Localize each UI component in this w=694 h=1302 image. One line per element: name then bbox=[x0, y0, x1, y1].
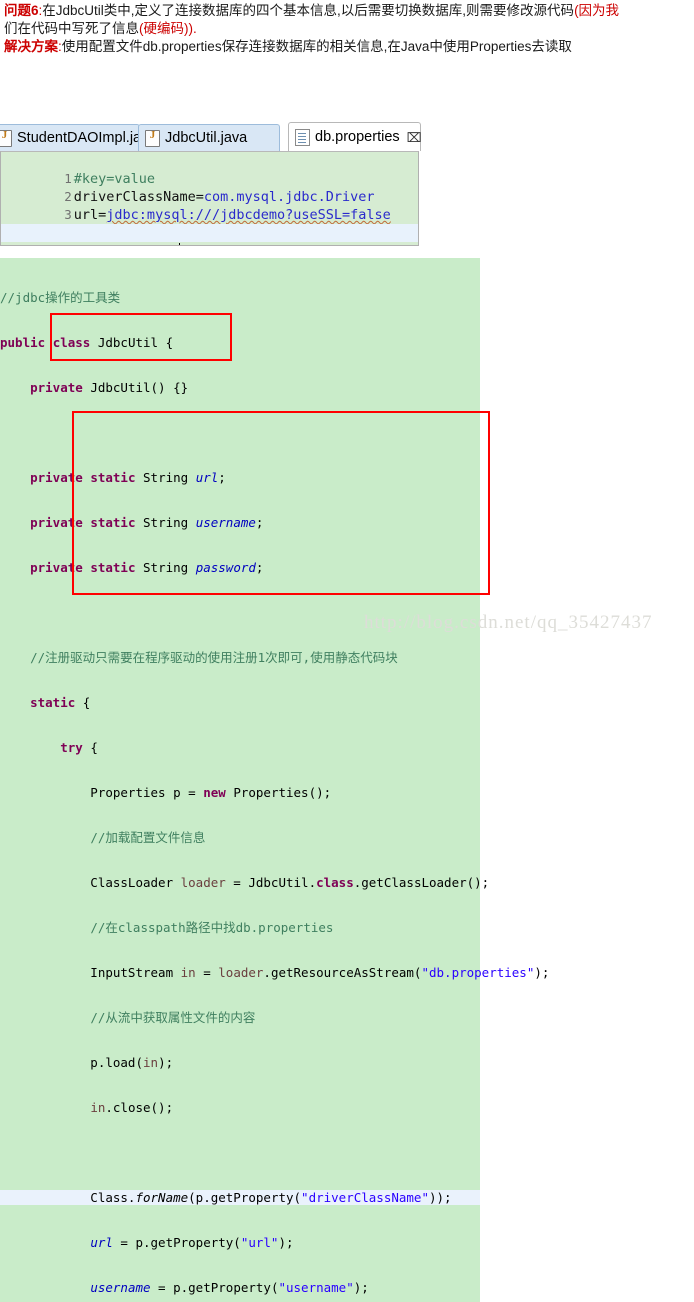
problem-line-2: 们在代码中写死了信息(硬编码)). bbox=[4, 20, 692, 38]
problem-line-1-text: 在JdbcUtil类中,定义了连接数据库的四个基本信息,以后需要切换数据库,则需… bbox=[42, 3, 575, 18]
tab-studentdaoimpl-java[interactable]: StudentDAOImpl.java bbox=[0, 124, 156, 151]
code-line: private static String username; bbox=[30, 515, 264, 530]
line-number: 5 bbox=[50, 242, 74, 245]
code-line: public class JdbcUtil { bbox=[0, 335, 174, 350]
java-file-icon bbox=[145, 129, 160, 147]
code-line: static { bbox=[30, 695, 91, 710]
properties-key: password= bbox=[74, 243, 147, 245]
code-line: //jdbc操作的工具类 bbox=[0, 290, 121, 305]
properties-line-current: 5password=root bbox=[1, 224, 418, 245]
solution-text: 使用配置文件db.properties保存连接数据库的相关信息,在Java中使用… bbox=[61, 39, 572, 54]
editor-tab-bar: StudentDAOImpl.java JdbcUtil.java db.pro… bbox=[0, 122, 422, 152]
code-line: Properties p = new Properties(); bbox=[0, 785, 332, 800]
code-line: url = p.getProperty("url"); bbox=[90, 1235, 294, 1250]
watermark: http://blog.csdn.net/qq_35427437 bbox=[364, 612, 653, 633]
problem-line-2-paren: (硬编码) bbox=[139, 21, 189, 36]
code-line: //从流中获取属性文件的内容 bbox=[90, 1010, 256, 1025]
code-line: ClassLoader loader = JdbcUtil.class.getC… bbox=[0, 875, 490, 890]
properties-line: 3 url=jdbc:mysql:///jdbcdemo?useSSL=false bbox=[1, 188, 418, 223]
eclipse-editor-panel: StudentDAOImpl.java JdbcUtil.java db.pro… bbox=[0, 122, 422, 247]
problem-description: 问题6:在JdbcUtil类中,定义了连接数据库的四个基本信息,以后需要切换数据… bbox=[4, 2, 692, 56]
properties-value: root bbox=[147, 243, 180, 245]
code-line: InputStream in = loader.getResourceAsStr… bbox=[0, 965, 550, 980]
code-line: //在classpath路径中找db.properties bbox=[90, 920, 334, 935]
text-caret bbox=[179, 243, 181, 245]
tab-jdbcutil-java[interactable]: JdbcUtil.java bbox=[138, 124, 280, 151]
tab-label: StudentDAOImpl.java bbox=[17, 130, 157, 146]
tab-label: JdbcUtil.java bbox=[165, 130, 248, 146]
tab-db-properties[interactable]: db.properties ⌧ bbox=[288, 122, 422, 151]
properties-line: 4username=root bbox=[1, 206, 418, 241]
problem-line-2-tail: ). bbox=[188, 21, 197, 36]
code-line: private static String url; bbox=[30, 470, 226, 485]
problem-line-2-text: 们在代码中写死了信息 bbox=[4, 21, 139, 36]
properties-line: 1 #key=value bbox=[1, 152, 418, 187]
solution-label: 解决方案 bbox=[4, 39, 58, 54]
properties-line: 2 driverClassName=com.mysql.jdbc.Driver bbox=[1, 170, 418, 205]
close-icon[interactable]: ⌧ bbox=[407, 131, 422, 144]
problem-label: 问题6 bbox=[4, 3, 39, 18]
problem-line-1-tail: (因为我 bbox=[574, 3, 620, 18]
code-line: private static String password; bbox=[30, 560, 264, 575]
code-line-highlighted: Class.forName(p.getProperty("driverClass… bbox=[0, 1190, 480, 1205]
tab-label: db.properties bbox=[315, 129, 400, 145]
properties-file-editor[interactable]: 1 #key=value 2 driverClassName=com.mysql.j… bbox=[0, 151, 419, 246]
java-source-code: //jdbc操作的工具类 public class JdbcUtil { pri… bbox=[0, 258, 550, 1302]
code-line: //注册驱动只需要在程序驱动的使用注册1次即可,使用静态代码块 bbox=[30, 650, 398, 665]
code-line: private JdbcUtil() {} bbox=[30, 380, 189, 395]
code-line: try { bbox=[60, 740, 98, 755]
properties-file-icon bbox=[295, 128, 310, 146]
code-line: p.load(in); bbox=[0, 1055, 174, 1070]
java-file-icon bbox=[0, 129, 12, 147]
code-line: username = p.getProperty("username"); bbox=[90, 1280, 369, 1295]
problem-line-1: 问题6:在JdbcUtil类中,定义了连接数据库的四个基本信息,以后需要切换数据… bbox=[4, 3, 620, 18]
code-line: //加载配置文件信息 bbox=[90, 830, 206, 845]
solution-line: 解决方案:使用配置文件db.properties保存连接数据库的相关信息,在Ja… bbox=[4, 39, 572, 54]
code-line: in.close(); bbox=[90, 1100, 174, 1115]
